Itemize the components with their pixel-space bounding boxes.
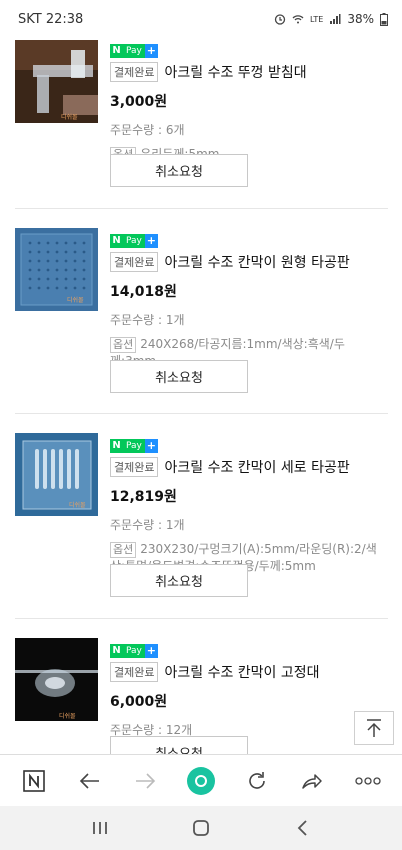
order-info: N Pay + 결제완료 아크릴 수조 칸막이 원형 타공판 14,018원 주…: [110, 228, 390, 370]
battery-percent: 38%: [347, 12, 374, 26]
payment-status-badge: 결제완료: [110, 251, 159, 272]
refresh-icon: [248, 771, 265, 789]
product-thumbnail[interactable]: 디쉬몰: [15, 40, 98, 123]
system-navigation-bar: [0, 806, 402, 850]
order-item: 디쉬몰 N Pay + 결제완료 아크릴 수조 칸막이 세로 타공판 12,81…: [15, 433, 388, 638]
product-thumbnail[interactable]: 디쉬몰: [15, 228, 98, 311]
divider: [15, 413, 388, 414]
arrow-up-to-top-icon: [367, 719, 381, 737]
product-title[interactable]: 아크릴 수조 칸막이 원형 타공판: [164, 252, 349, 272]
recent-apps-icon: [93, 822, 108, 834]
naver-n-icon: [23, 769, 45, 792]
battery-icon: [380, 12, 388, 26]
npay-n: N: [110, 438, 123, 453]
npay-plus: +: [144, 233, 158, 248]
npay-n: N: [110, 43, 123, 58]
back-button[interactable]: [70, 761, 110, 801]
back-arrow-icon: [79, 772, 99, 789]
order-item: 디쉬몰 N Pay + 결제완료 아크릴 수조 칸막이 고정대 6,000원 주…: [15, 638, 388, 754]
cancel-request-button[interactable]: 취소요청: [110, 360, 248, 393]
option-tag: 옵션: [110, 541, 137, 558]
product-title[interactable]: 아크릴 수조 뚜껑 받침대: [164, 62, 306, 82]
product-image-round-perforated-plate: 디쉬몰: [15, 228, 98, 311]
status-bar: SKT 22:38 LTE 38%: [0, 0, 402, 38]
cancel-request-button[interactable]: 취소요청: [110, 564, 248, 597]
svg-text:디쉬몰: 디쉬몰: [69, 501, 86, 509]
recent-apps-button[interactable]: [80, 808, 120, 848]
scroll-to-top-button[interactable]: [354, 711, 394, 745]
npay-plus: +: [144, 438, 158, 453]
divider: [15, 618, 388, 619]
npay-pay: Pay: [123, 233, 145, 248]
system-back-button[interactable]: [282, 808, 322, 848]
product-image-divider-clip: 디쉬몰: [15, 638, 98, 721]
order-list: 디쉬몰 N Pay + 결제완료 아크릴 수조 뚜껑 받침대 3,000원 주문…: [0, 38, 402, 754]
order-quantity: 주문수량 : 12개: [110, 722, 193, 737]
carrier-time: SKT 22:38: [18, 11, 84, 27]
signal-icon: [330, 14, 341, 24]
cancel-request-button[interactable]: 취소요청: [110, 736, 248, 754]
forward-button[interactable]: [125, 761, 165, 801]
payment-status-badge: 결제완료: [110, 61, 159, 82]
product-image-vertical-slot-plate: 디쉬몰: [15, 433, 98, 516]
divider: [15, 208, 388, 209]
product-price: 12,819원: [110, 488, 177, 505]
order-info: N Pay + 결제완료 아크릴 수조 뚜껑 받침대 3,000원 주문수량 :…: [110, 38, 390, 163]
refresh-button[interactable]: [237, 761, 277, 801]
order-quantity: 주문수량 : 1개: [110, 312, 185, 327]
order-info: N Pay + 결제완료 아크릴 수조 칸막이 세로 타공판 12,819원 주…: [110, 433, 390, 575]
npay-n: N: [110, 233, 123, 248]
npay-badge: N Pay +: [110, 438, 158, 453]
product-price: 6,000원: [110, 693, 168, 710]
product-thumbnail[interactable]: 디쉬몰: [15, 433, 98, 516]
forward-arrow-icon: [136, 772, 156, 789]
order-item: 디쉬몰 N Pay + 결제완료 아크릴 수조 칸막이 원형 타공판 14,01…: [15, 228, 388, 433]
more-icon: [355, 776, 381, 785]
naver-button[interactable]: [14, 761, 54, 801]
network-label: LTE: [310, 14, 324, 24]
product-image-lid-holder: 디쉬몰: [15, 40, 98, 123]
alarm-icon: [274, 14, 286, 25]
status-icons: LTE 38%: [274, 12, 388, 26]
svg-text:디쉬몰: 디쉬몰: [59, 712, 76, 720]
product-thumbnail[interactable]: 디쉬몰: [15, 638, 98, 721]
npay-pay: Pay: [123, 438, 145, 453]
order-quantity: 주문수량 : 1개: [110, 517, 185, 532]
more-button[interactable]: [348, 761, 388, 801]
product-title[interactable]: 아크릴 수조 칸막이 세로 타공판: [164, 457, 349, 477]
back-icon: [297, 820, 307, 836]
system-home-button[interactable]: [181, 808, 221, 848]
product-title[interactable]: 아크릴 수조 칸막이 고정대: [164, 662, 319, 682]
wifi-icon: [292, 15, 304, 24]
share-button[interactable]: [292, 761, 332, 801]
npay-badge: N Pay +: [110, 643, 158, 658]
payment-status-badge: 결제완료: [110, 661, 159, 682]
npay-badge: N Pay +: [110, 43, 158, 58]
product-price: 3,000원: [110, 93, 168, 110]
product-price: 14,018원: [110, 283, 177, 300]
home-button[interactable]: [181, 761, 221, 801]
browser-toolbar: [0, 754, 402, 806]
svg-text:디쉬몰: 디쉬몰: [61, 113, 78, 121]
home-circle-icon: [186, 766, 215, 795]
npay-plus: +: [144, 43, 158, 58]
npay-pay: Pay: [123, 643, 145, 658]
home-icon: [193, 820, 209, 836]
npay-plus: +: [144, 643, 158, 658]
svg-text:디쉬몰: 디쉬몰: [67, 296, 84, 304]
npay-badge: N Pay +: [110, 233, 158, 248]
order-quantity: 주문수량 : 6개: [110, 122, 185, 137]
order-item: 디쉬몰 N Pay + 결제완료 아크릴 수조 뚜껑 받침대 3,000원 주문…: [15, 38, 388, 246]
payment-status-badge: 결제완료: [110, 456, 159, 477]
share-icon: [302, 773, 323, 789]
npay-pay: Pay: [123, 43, 145, 58]
npay-n: N: [110, 643, 123, 658]
option-tag: 옵션: [110, 336, 137, 353]
cancel-request-button[interactable]: 취소요청: [110, 154, 248, 187]
order-info: N Pay + 결제완료 아크릴 수조 칸막이 고정대 6,000원 주문수량 …: [110, 638, 390, 738]
